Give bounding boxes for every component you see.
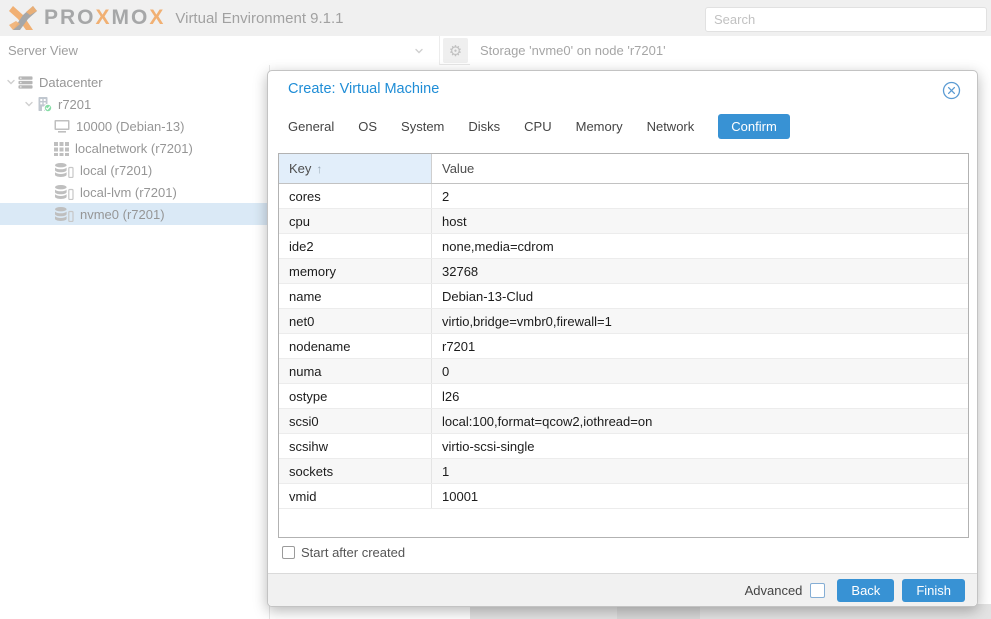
- back-button[interactable]: Back: [837, 579, 894, 602]
- value-cell: 32768: [432, 259, 968, 283]
- dialog-tab-bar: General OS System Disks CPU Memory Network Conf…: [288, 113, 790, 139]
- value-cell: Debian-13-Clud: [432, 284, 968, 308]
- proxmox-app: PROXMOX Virtual Environment 9.1.1 Server…: [0, 0, 991, 619]
- table-row-cores[interactable]: cores2: [279, 184, 968, 209]
- value-cell: virtio,bridge=vmbr0,firewall=1: [432, 309, 968, 333]
- key-cell: numa: [279, 359, 432, 383]
- table-row-net0[interactable]: net0virtio,bridge=vmbr0,firewall=1: [279, 309, 968, 334]
- table-row-ostype[interactable]: ostypel26: [279, 384, 968, 409]
- column-header-key[interactable]: Key ↑: [279, 154, 432, 183]
- value-column-label: Value: [442, 161, 474, 176]
- key-cell: memory: [279, 259, 432, 283]
- start-after-created-label: Start after created: [301, 545, 405, 560]
- key-cell: cores: [279, 184, 432, 208]
- table-row-scsihw[interactable]: scsihwvirtio-scsi-single: [279, 434, 968, 459]
- table-row-nodename[interactable]: nodenamer7201: [279, 334, 968, 359]
- table-row-cpu[interactable]: cpuhost: [279, 209, 968, 234]
- tab-network[interactable]: Network: [647, 114, 695, 139]
- key-cell: scsi0: [279, 409, 432, 433]
- value-cell: l26: [432, 384, 968, 408]
- confirm-summary-grid: Key ↑ Value cores2cpuhostide2none,media=…: [278, 153, 969, 538]
- value-cell: 1: [432, 459, 968, 483]
- key-cell: vmid: [279, 484, 432, 508]
- start-after-created-row: Start after created: [282, 545, 405, 560]
- tab-confirm[interactable]: Confirm: [718, 114, 790, 139]
- column-header-value[interactable]: Value: [432, 154, 968, 183]
- finish-button[interactable]: Finish: [902, 579, 965, 602]
- key-cell: sockets: [279, 459, 432, 483]
- tab-memory[interactable]: Memory: [576, 114, 623, 139]
- value-cell: local:100,format=qcow2,iothread=on: [432, 409, 968, 433]
- table-row-ide2[interactable]: ide2none,media=cdrom: [279, 234, 968, 259]
- key-cell: name: [279, 284, 432, 308]
- tab-cpu[interactable]: CPU: [524, 114, 551, 139]
- tab-system[interactable]: System: [401, 114, 444, 139]
- start-after-created-checkbox[interactable]: [282, 546, 295, 559]
- table-row-name[interactable]: nameDebian-13-Clud: [279, 284, 968, 309]
- sort-ascending-icon: ↑: [316, 162, 322, 176]
- key-cell: net0: [279, 309, 432, 333]
- value-cell: 0: [432, 359, 968, 383]
- key-cell: cpu: [279, 209, 432, 233]
- key-cell: scsihw: [279, 434, 432, 458]
- value-cell: virtio-scsi-single: [432, 434, 968, 458]
- grid-header-row: Key ↑ Value: [279, 154, 968, 184]
- tab-os[interactable]: OS: [358, 114, 377, 139]
- close-button[interactable]: [941, 80, 961, 100]
- value-cell: none,media=cdrom: [432, 234, 968, 258]
- tab-disks[interactable]: Disks: [468, 114, 500, 139]
- table-row-numa[interactable]: numa0: [279, 359, 968, 384]
- advanced-checkbox[interactable]: [810, 583, 825, 598]
- advanced-label: Advanced: [745, 583, 803, 598]
- key-column-label: Key: [289, 161, 311, 176]
- create-vm-dialog: Create: Virtual Machine General OS System D…: [267, 70, 978, 607]
- key-cell: nodename: [279, 334, 432, 358]
- table-row-scsi0[interactable]: scsi0local:100,format=qcow2,iothread=on: [279, 409, 968, 434]
- dialog-footer: Advanced Back Finish: [268, 573, 977, 606]
- value-cell: 10001: [432, 484, 968, 508]
- value-cell: 2: [432, 184, 968, 208]
- table-row-memory[interactable]: memory32768: [279, 259, 968, 284]
- key-cell: ide2: [279, 234, 432, 258]
- value-cell: r7201: [432, 334, 968, 358]
- table-row-sockets[interactable]: sockets1: [279, 459, 968, 484]
- close-icon: [942, 81, 961, 100]
- key-cell: ostype: [279, 384, 432, 408]
- dialog-title: Create: Virtual Machine: [288, 81, 439, 97]
- value-cell: host: [432, 209, 968, 233]
- table-row-vmid[interactable]: vmid10001: [279, 484, 968, 509]
- tab-general[interactable]: General: [288, 114, 334, 139]
- grid-body: cores2cpuhostide2none,media=cdrommemory3…: [279, 184, 968, 509]
